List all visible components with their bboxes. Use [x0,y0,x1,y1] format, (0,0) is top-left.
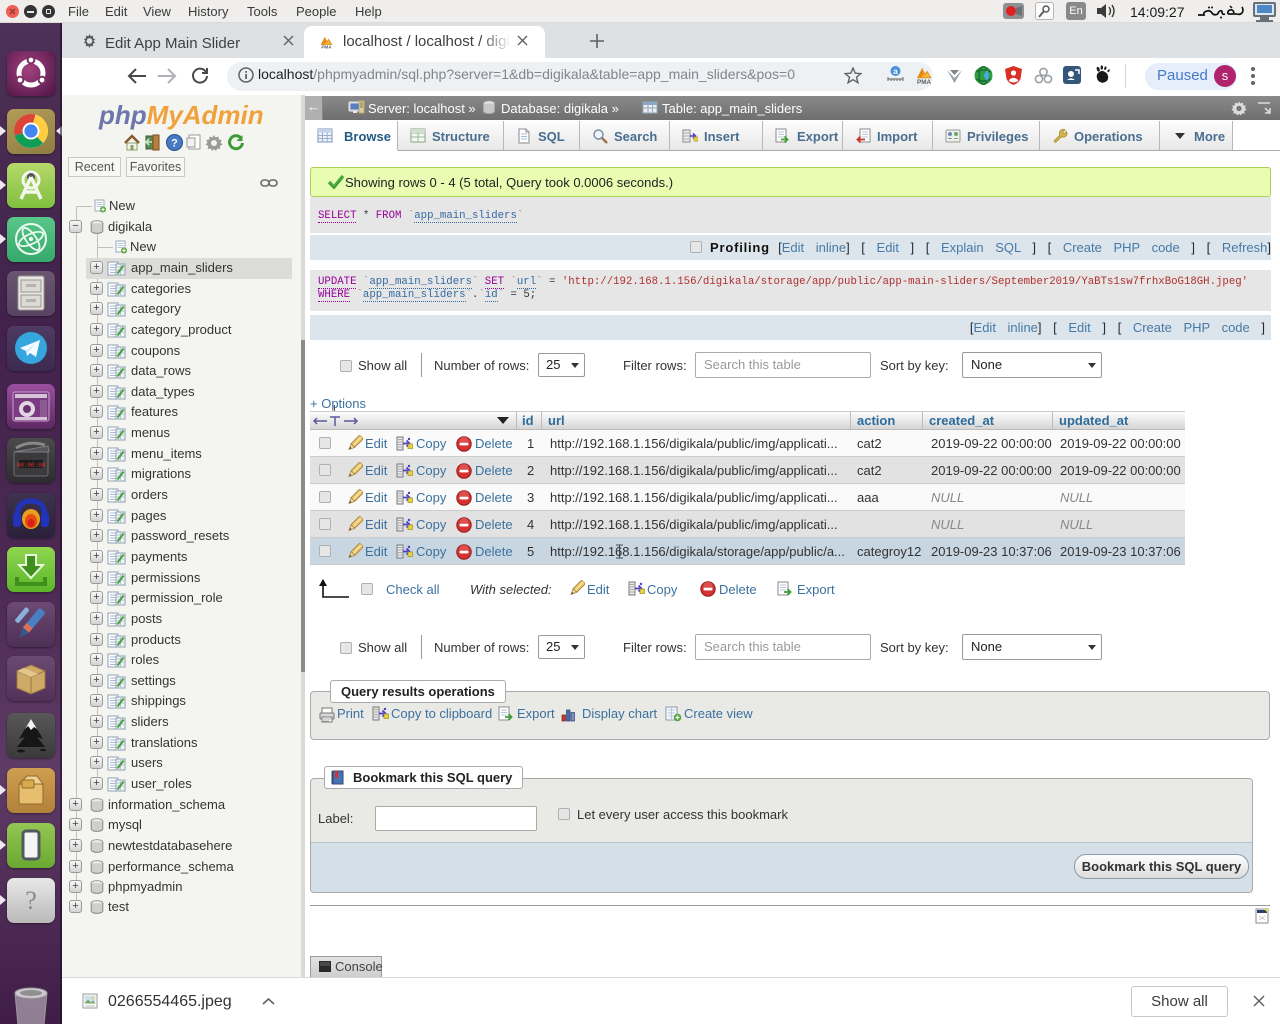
svg-text:PMA: PMA [321,44,332,49]
svg-text:a: a [893,67,898,76]
svg-text:?: ? [25,886,37,915]
svg-text:PMA: PMA [917,79,931,86]
svg-text:?: ? [171,138,178,150]
svg-text:00:00:00: 00:00:00 [17,462,46,469]
